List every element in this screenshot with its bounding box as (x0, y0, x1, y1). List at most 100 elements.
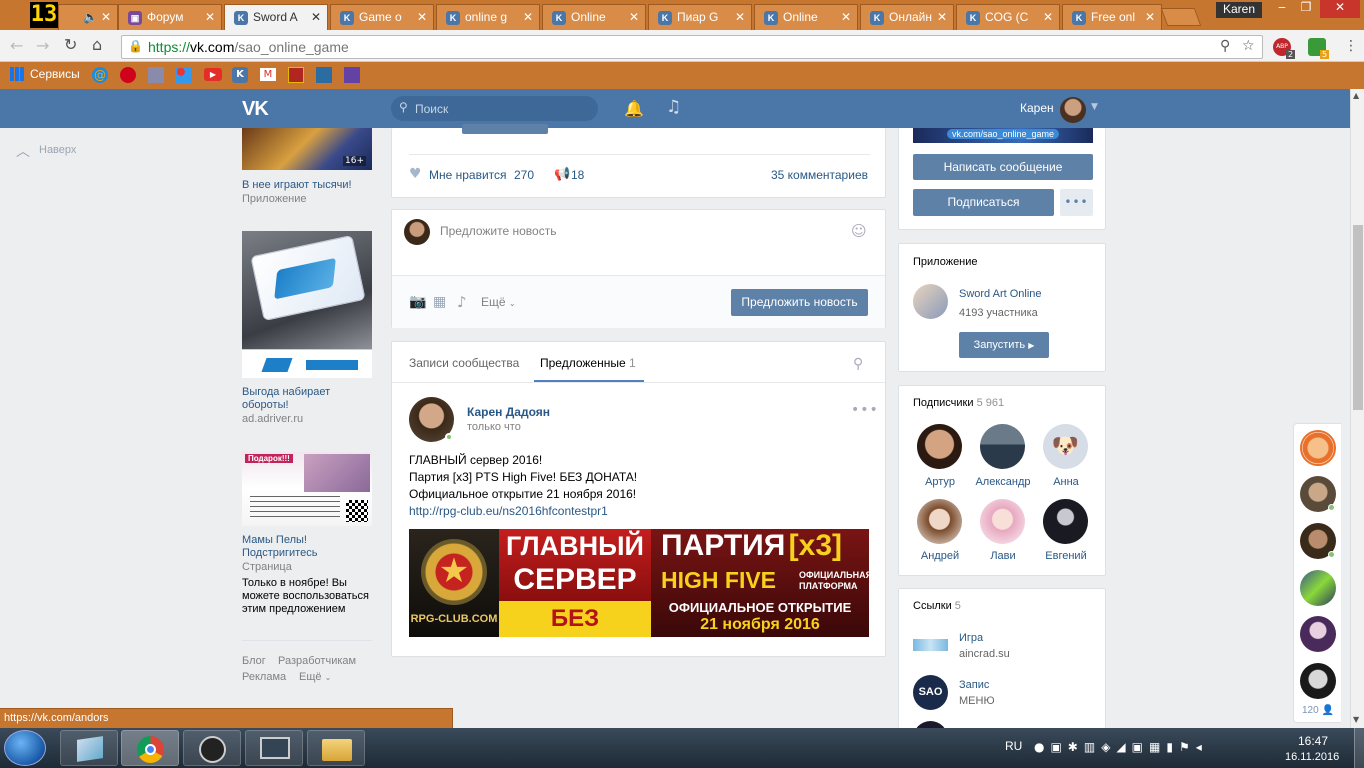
suggest-input[interactable]: Предложите новость (440, 224, 840, 238)
forward-icon[interactable]: → (36, 36, 49, 55)
subscriber-name[interactable]: Лави (972, 550, 1034, 562)
ad-2-title[interactable]: Выгода набирает обороты! (242, 386, 352, 412)
app-name[interactable]: Sword Art Online (959, 288, 1042, 300)
tray-icons[interactable]: ●▣✱▥◈◢▣▦▮⚑◂ (1034, 740, 1274, 758)
write-message-button[interactable]: Написать сообщение (913, 154, 1093, 180)
friend-avatar[interactable] (1300, 430, 1336, 466)
star-icon[interactable]: ☆ (1242, 38, 1255, 54)
more-actions-button[interactable]: ••• (1060, 189, 1093, 216)
subscriber-name[interactable]: Анна (1035, 476, 1097, 488)
reload-icon[interactable]: ↻ (64, 35, 77, 54)
clock-time[interactable]: 16:47 (1298, 734, 1328, 748)
suggest-news-button[interactable]: Предложить новость (731, 289, 868, 316)
friend-avatar[interactable] (1300, 616, 1336, 652)
tab-community-posts[interactable]: Записи сообщества (409, 356, 519, 370)
link-icon[interactable] (913, 639, 948, 651)
tab-audio[interactable]: 🔈 ✕ (58, 4, 118, 30)
browser-tab[interactable]: ▣ Форум ✕ (118, 4, 222, 30)
subscriber-name[interactable]: Андрей (909, 550, 971, 562)
close-window-button[interactable]: ✕ (1320, 0, 1360, 18)
video-icon[interactable]: ▦ (433, 294, 446, 310)
profile-name[interactable]: Karen (1216, 2, 1262, 18)
browser-tab[interactable]: K Free onl ✕ (1062, 4, 1162, 30)
camera-icon[interactable]: 📷 (409, 294, 426, 310)
browser-tab[interactable]: Konline g ✕ (436, 4, 540, 30)
bookmark-icon[interactable] (120, 67, 136, 83)
post-time[interactable]: только что (467, 421, 521, 433)
header-user-name[interactable]: Карен (1020, 101, 1054, 115)
music-icon[interactable]: ♫ (666, 97, 681, 117)
app-icon[interactable] (913, 284, 948, 319)
bookmark-icon[interactable] (316, 67, 332, 83)
tab-close-icon[interactable]: ✕ (1145, 10, 1155, 24)
vk-logo[interactable]: VK (242, 98, 269, 121)
smile-icon[interactable]: ☺ (851, 222, 867, 240)
browser-tab[interactable]: K Game o ✕ (330, 4, 434, 30)
tab-close-icon[interactable]: ✕ (937, 10, 947, 24)
back-to-top[interactable]: ︿ Наверх (16, 143, 196, 160)
friends-count[interactable]: 120 👤 (1302, 705, 1334, 716)
bookmark-icon[interactable] (288, 67, 304, 83)
ad-3-title[interactable]: Мамы Пелы! Подстригитесь (242, 534, 362, 560)
mail-ru-icon[interactable]: @ (92, 67, 108, 83)
link-title[interactable]: Запис (959, 679, 989, 691)
search-icon[interactable]: ⚲ (853, 356, 863, 372)
browser-tab[interactable]: K Online ✕ (754, 4, 858, 30)
subscribe-button[interactable]: Подписаться (913, 189, 1054, 216)
sao-link-icon[interactable]: SAO (913, 675, 948, 710)
tab-close-icon[interactable]: ✕ (101, 10, 111, 24)
clock-date[interactable]: 16.11.2016 (1285, 751, 1339, 763)
vk-search-input[interactable]: ⚲ Поиск (391, 96, 598, 121)
apps-icon[interactable] (10, 67, 24, 81)
gmail-icon[interactable]: M (260, 68, 276, 81)
link-title[interactable]: Игра (959, 632, 983, 644)
home-icon[interactable]: ⌂ (92, 35, 102, 54)
footer-link-more[interactable]: Ещё ⌄ (299, 671, 331, 683)
ad-2-image[interactable] (242, 231, 372, 378)
language-indicator[interactable]: RU (1005, 739, 1022, 753)
header-avatar[interactable] (1060, 97, 1086, 123)
scrollbar-thumb[interactable] (1353, 225, 1363, 410)
bookmark-icon[interactable] (176, 67, 192, 83)
tab-close-icon[interactable]: ✕ (523, 10, 533, 24)
taskbar-folder-button[interactable] (307, 730, 365, 766)
browser-tab-active[interactable]: K Sword A ✕ (224, 4, 328, 31)
subscriber-name[interactable]: Александр (972, 476, 1034, 488)
tab-close-icon[interactable]: ✕ (205, 10, 215, 24)
tab-close-icon[interactable]: ✕ (1043, 10, 1053, 24)
browser-tab[interactable]: K COG (C ✕ (956, 4, 1060, 30)
tab-suggested[interactable]: Предложенные 1 (540, 356, 636, 370)
scroll-up-arrow-icon[interactable]: ▲ (1353, 91, 1359, 100)
browser-tab[interactable]: K Онлайн ✕ (860, 4, 954, 30)
music-note-icon[interactable]: ♪ (457, 293, 467, 311)
app-launch-button[interactable]: Запустить ▶ (959, 332, 1049, 358)
footer-link-blog[interactable]: Блог (242, 655, 266, 667)
subscriber-avatar[interactable] (1043, 499, 1088, 544)
subscribers-header[interactable]: Подписчики 5 961 (913, 397, 1004, 409)
tab-close-icon[interactable]: ✕ (417, 10, 427, 24)
subscriber-avatar[interactable] (917, 424, 962, 469)
speaker-icon[interactable]: 🔈 (83, 10, 98, 24)
subscriber-name[interactable]: Артур (909, 476, 971, 488)
heart-icon[interactable]: ♥ (409, 166, 422, 182)
post-banner-image[interactable]: ★ RPG-CLUB.COM ГЛАВНЫЙ СЕРВЕР БЕЗ ДОНАТА… (409, 529, 869, 637)
tab-close-icon[interactable]: ✕ (735, 10, 745, 24)
subscriber-avatar[interactable]: 🐶 (1043, 424, 1088, 469)
friend-avatar[interactable] (1300, 663, 1336, 699)
friend-avatar[interactable] (1300, 570, 1336, 606)
ad-1-image[interactable]: 16+ (242, 128, 372, 170)
start-button[interactable] (4, 730, 46, 766)
maximize-button[interactable]: ❐ (1294, 0, 1318, 18)
zoom-icon[interactable]: ⚲ (1220, 38, 1230, 54)
share-icon[interactable]: 📢 (554, 167, 570, 182)
youtube-icon[interactable]: ▶ (204, 68, 222, 81)
ad-3-image[interactable]: Подарок!!! (242, 452, 372, 526)
subscriber-name[interactable]: Евгений (1035, 550, 1097, 562)
comments-link[interactable]: 35 комментариев (771, 168, 868, 182)
taskbar-app-button[interactable] (245, 730, 303, 766)
subscriber-avatar[interactable] (980, 499, 1025, 544)
subscriber-avatar[interactable] (980, 424, 1025, 469)
back-icon[interactable]: ← (10, 36, 23, 55)
page-scrollbar[interactable]: ▲ ▼ (1350, 89, 1364, 728)
post-link[interactable]: http://rpg-club.eu/ns2016hfcontestpr1 (409, 504, 608, 518)
